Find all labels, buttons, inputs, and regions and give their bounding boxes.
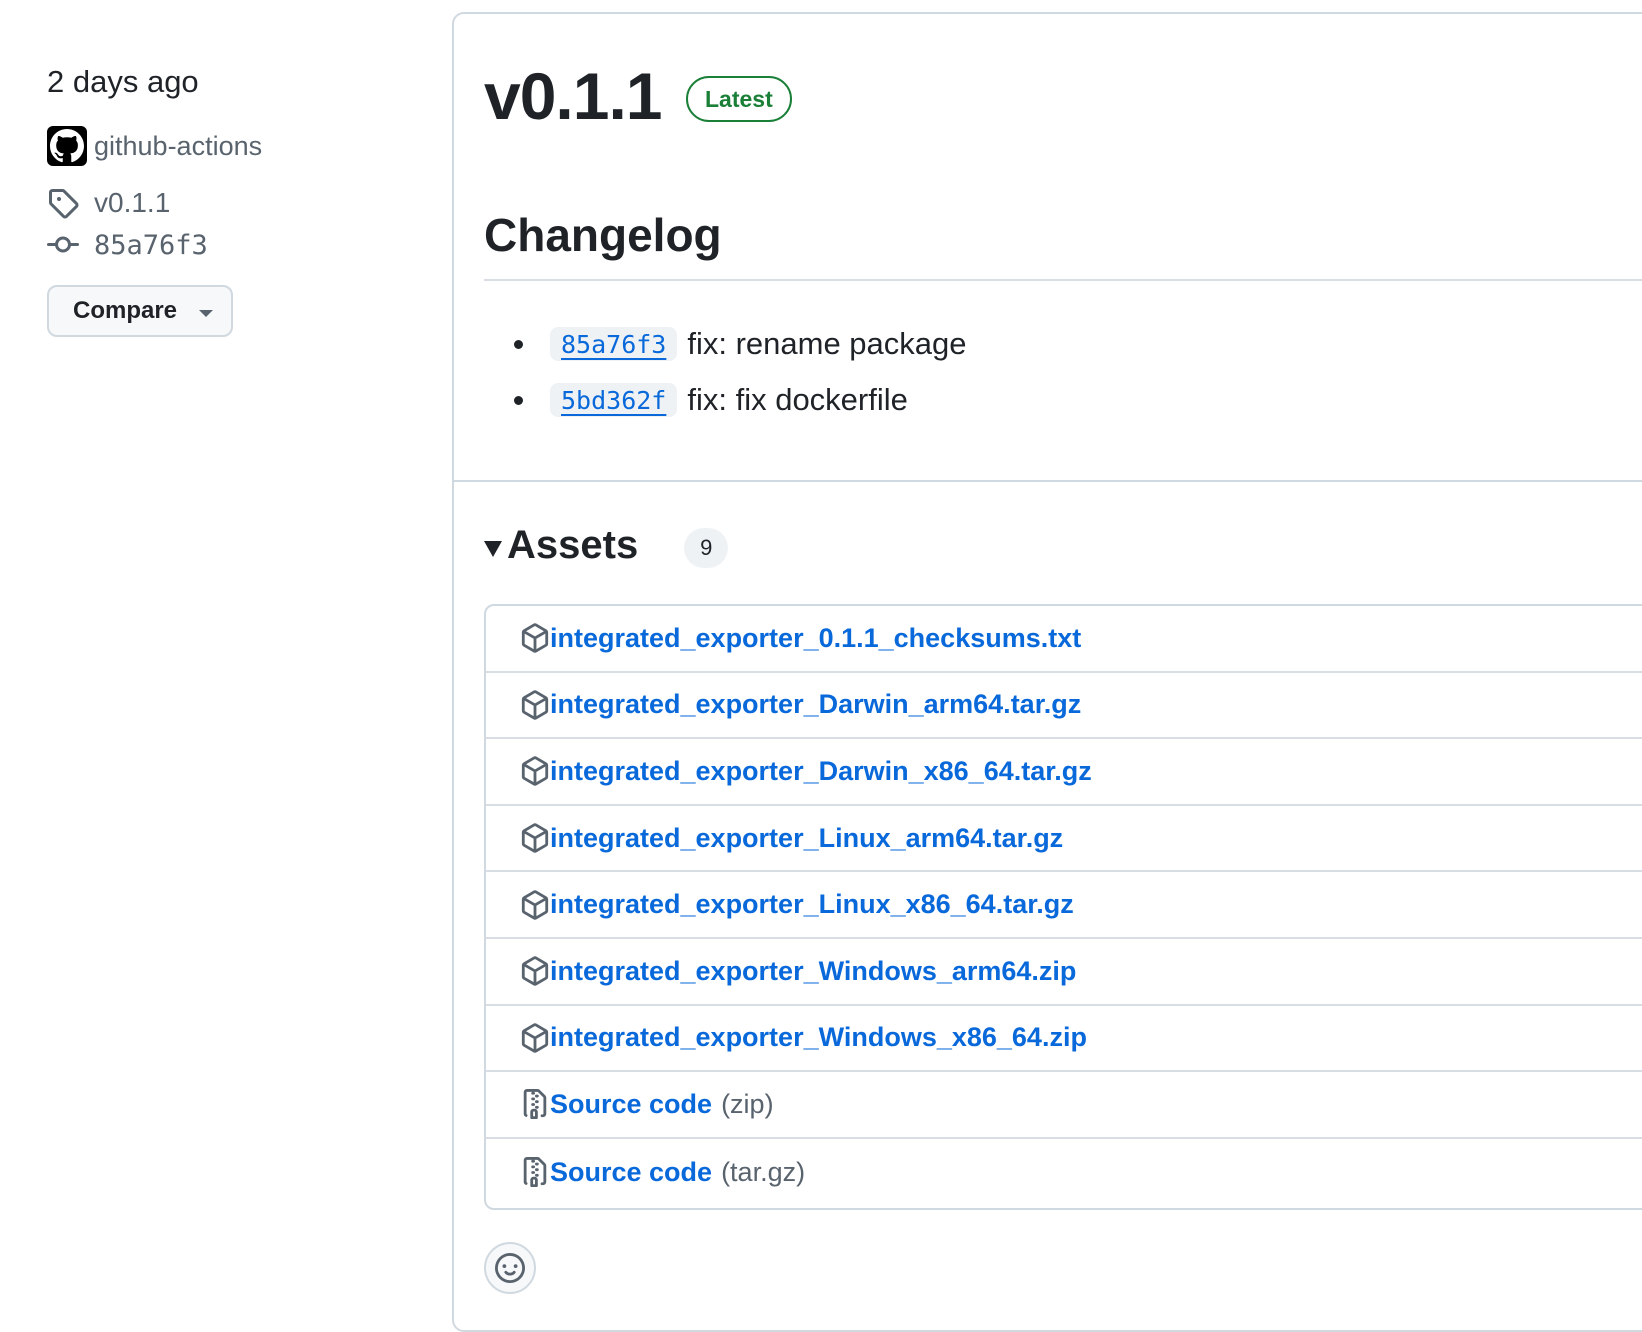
release-commit[interactable]: 85a76f3 [47,227,208,263]
assets-toggle[interactable]: Assets 9 [484,522,729,568]
release-author[interactable]: github-actions [47,126,262,166]
asset-download-link[interactable]: Source code [550,1089,712,1120]
release-title[interactable]: v0.1.1 [484,58,662,134]
git-commit-icon [47,227,87,263]
asset-download-link[interactable]: integrated_exporter_0.1.1_checksums.txt [550,623,1081,654]
changelog-heading: Changelog [484,209,722,261]
asset-row: integrated_exporter_Darwin_arm64.tar.gz [486,673,1642,740]
caret-down-icon [199,309,214,317]
asset-row: Source code (tar.gz) [486,1139,1642,1206]
asset-row: integrated_exporter_Linux_x86_64.tar.gz [486,872,1642,939]
file-zip-icon [520,1088,550,1120]
package-icon [520,822,550,854]
asset-download-link[interactable]: integrated_exporter_Windows_x86_64.zip [550,1022,1087,1053]
asset-download-link[interactable]: integrated_exporter_Linux_arm64.tar.gz [550,823,1063,854]
github-mark-icon [50,129,84,163]
asset-download-link[interactable]: integrated_exporter_Windows_arm64.zip [550,956,1076,987]
compare-label: Compare [73,297,178,324]
package-icon [520,755,550,787]
commit-sha-link[interactable]: 5bd362f [550,383,678,417]
github-logo-avatar[interactable] [47,126,87,166]
assets-count-badge: 9 [684,528,729,568]
release-tag[interactable]: v0.1.1 [47,185,170,221]
triangle-down-icon [484,541,502,557]
package-icon [520,1022,550,1054]
asset-row: integrated_exporter_Linux_arm64.tar.gz [486,806,1642,873]
heading-divider [484,279,1642,281]
commit-sha-link[interactable]: 85a76f3 [550,327,678,361]
asset-download-link[interactable]: integrated_exporter_Darwin_arm64.tar.gz [550,689,1081,720]
asset-download-link[interactable]: Source code [550,1157,712,1188]
tag-icon [47,185,87,221]
asset-row: integrated_exporter_Windows_x86_64.zip [486,1006,1642,1073]
assets-title: Assets [507,522,639,567]
section-divider [452,480,1642,482]
asset-row: integrated_exporter_Windows_arm64.zip [486,939,1642,1006]
asset-format-suffix: (tar.gz) [721,1156,806,1187]
package-icon [520,689,550,721]
package-icon [520,622,550,654]
change-description: fix: fix dockerfile [687,382,908,417]
latest-badge: Latest [686,76,792,122]
asset-format-suffix: (zip) [721,1088,774,1119]
package-icon [520,955,550,987]
change-description: fix: rename package [687,326,967,361]
author-link[interactable]: github-actions [94,131,262,162]
changelog-item: 85a76f3 fix: rename package [514,316,967,372]
file-zip-icon [520,1156,550,1188]
release-date: 2 days ago [47,64,199,99]
asset-row: Source code (zip) [486,1072,1642,1139]
tag-link[interactable]: v0.1.1 [94,187,170,219]
commit-link[interactable]: 85a76f3 [94,230,208,261]
changelog-item: 5bd362f fix: fix dockerfile [514,372,967,428]
smiley-icon [495,1253,525,1283]
asset-row: integrated_exporter_0.1.1_checksums.txt [486,606,1642,673]
asset-download-link[interactable]: integrated_exporter_Darwin_x86_64.tar.gz [550,756,1092,787]
asset-download-link[interactable]: integrated_exporter_Linux_x86_64.tar.gz [550,889,1074,920]
asset-row: integrated_exporter_Darwin_x86_64.tar.gz [486,739,1642,806]
assets-list: integrated_exporter_0.1.1_checksums.txti… [484,604,1642,1210]
package-icon [520,889,550,921]
compare-button[interactable]: Compare [47,285,233,337]
changelog-list: 85a76f3 fix: rename package 5bd362f fix:… [514,316,967,428]
add-reaction-button[interactable] [484,1242,536,1294]
